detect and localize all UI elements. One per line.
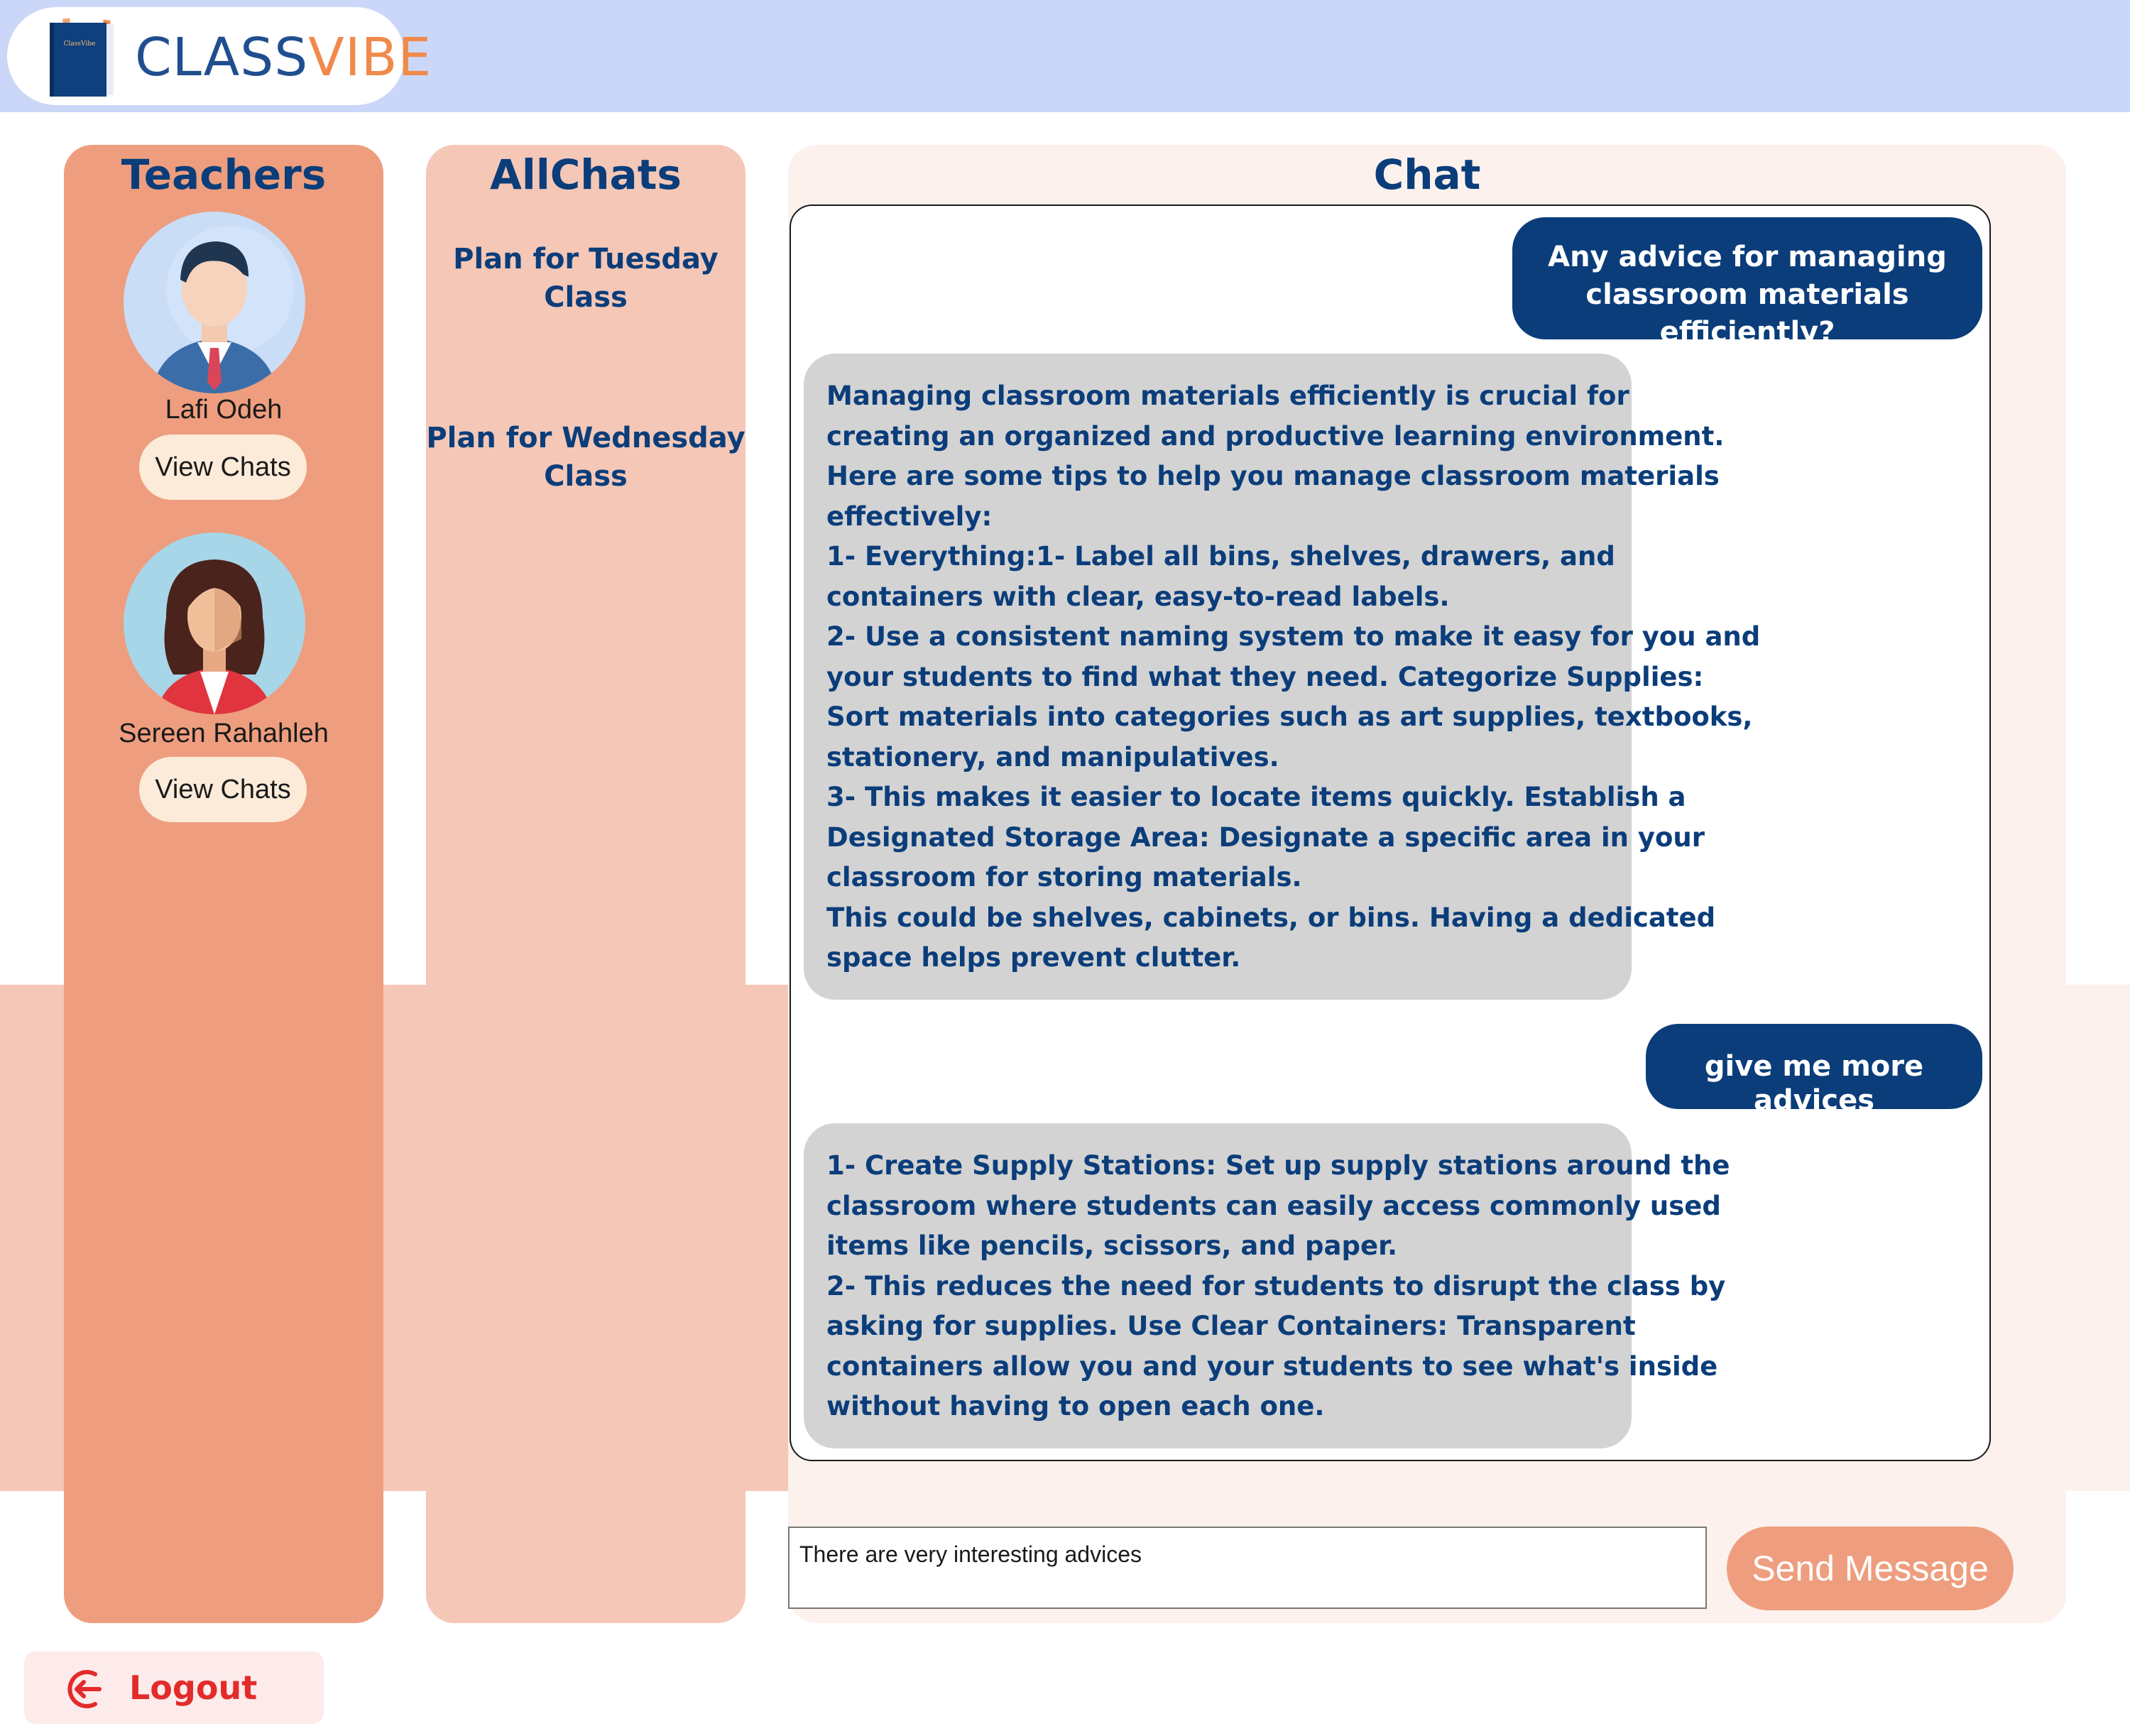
book-logo-icon: ClassVibe (50, 18, 114, 97)
chat-title: Chat (1373, 151, 1481, 199)
brand-name: CLASSVIBE (135, 27, 432, 88)
top-bar: ClassVibe CLASSVIBE (0, 0, 2130, 112)
chat-list-item[interactable]: Plan for Tuesday Class (426, 240, 746, 317)
logout-icon (67, 1670, 102, 1708)
teacher-name: Lafi Odeh (165, 395, 283, 425)
svg-text:ClassVibe: ClassVibe (64, 40, 96, 48)
message-input[interactable]: There are very interesting advices (788, 1527, 1707, 1609)
logout-button[interactable]: Logout (24, 1652, 324, 1724)
brand-logo[interactable]: ClassVibe CLASSVIBE (7, 7, 431, 105)
allchats-panel: AllChats Plan for Tuesday Class Plan for… (426, 145, 746, 1623)
male-teacher-avatar-icon (124, 212, 305, 393)
chat-messages-area[interactable]: Any advice for managing classroom materi… (790, 204, 1991, 1461)
teachers-panel: Teachers Lafi Odeh View Chats Sereen Rah… (64, 145, 383, 1623)
bot-message: Managing classroom materials efficiently… (804, 354, 1760, 1000)
bot-message: 1- Create Supply Stations: Set up supply… (804, 1123, 1730, 1448)
send-message-button[interactable]: Send Message (1727, 1527, 2014, 1610)
teachers-title: Teachers (121, 151, 327, 199)
logout-label: Logout (129, 1669, 258, 1707)
user-message: Any advice for managing classroom materi… (1512, 217, 1982, 349)
female-teacher-avatar-icon (124, 533, 305, 714)
user-message: give me more advices (1646, 1024, 1982, 1117)
view-chats-button[interactable]: View Chats (139, 435, 307, 500)
teacher-name: Sereen Rahahleh (119, 719, 329, 748)
chat-list-item[interactable]: Plan for Wednesday Class (426, 419, 746, 496)
view-chats-button[interactable]: View Chats (139, 757, 307, 822)
allchats-title: AllChats (490, 151, 682, 199)
